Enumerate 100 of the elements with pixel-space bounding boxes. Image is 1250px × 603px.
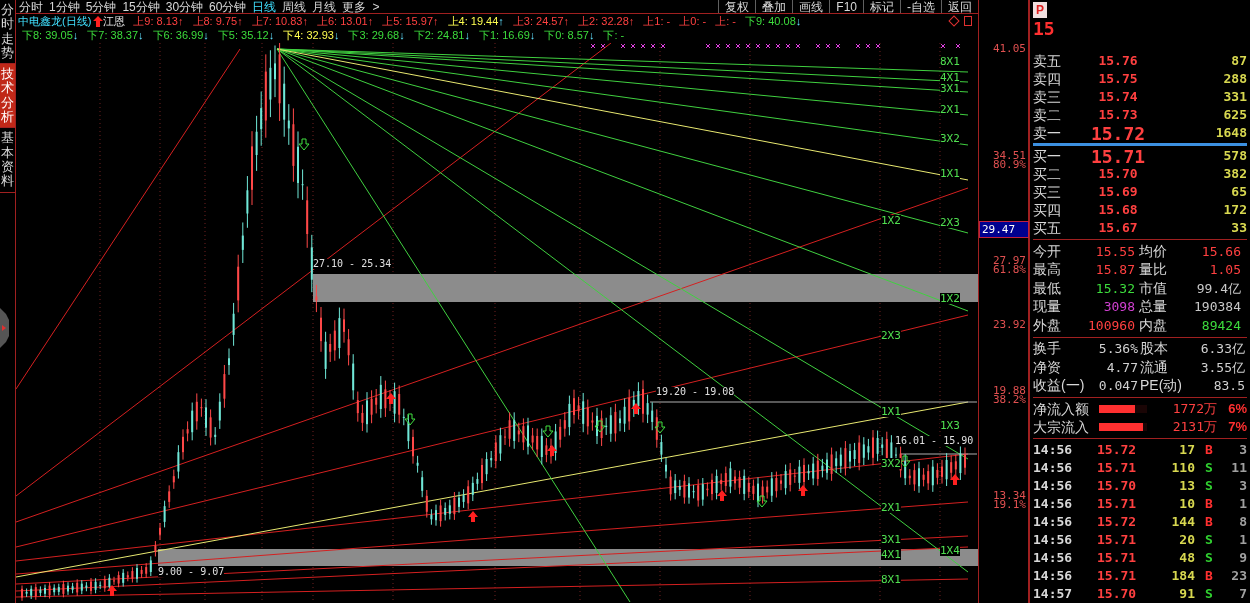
toolbar-button[interactable]: 画线 <box>792 0 830 13</box>
tick-count: 8 <box>1238 513 1247 532</box>
period-tab[interactable]: 60分钟 <box>206 0 250 13</box>
stat-label: 内盘 <box>1139 315 1168 335</box>
up-arrow-icon <box>798 485 808 496</box>
tick-side: B <box>1204 567 1214 586</box>
stat-value: 15.87 <box>1094 261 1136 279</box>
up-arrow-icon <box>107 585 117 596</box>
stat-label: 收益(一) <box>1033 376 1085 396</box>
tick-volume: 184 <box>1170 567 1195 586</box>
book-label: 买一 <box>1033 146 1062 166</box>
tick-count: 1 <box>1238 495 1247 514</box>
stat-label: 外盘 <box>1033 315 1062 335</box>
stat-label: 净资 <box>1033 357 1062 377</box>
up-arrow-icon <box>717 490 727 501</box>
period-tab[interactable]: 日线 <box>249 0 280 13</box>
fan-label: 2X1 <box>881 502 901 513</box>
fan-label: 1X1 <box>881 406 901 417</box>
toolbar-button[interactable]: F10 <box>829 0 863 13</box>
flow-percent: 6% <box>1227 400 1247 419</box>
down-arrow-icon <box>756 495 768 508</box>
stat-value: 5.36% <box>1097 340 1139 358</box>
toolbar-button[interactable]: -自选 <box>900 0 941 13</box>
book-price: 15.75 <box>1097 70 1139 89</box>
stat-value: 100960 <box>1087 316 1136 335</box>
stat-label: 换手 <box>1033 339 1062 359</box>
up-arrow-icon <box>93 15 104 27</box>
stat-label: PE(动) <box>1140 376 1183 396</box>
tick-side: B <box>1204 513 1214 532</box>
book-label: 卖二 <box>1033 105 1062 125</box>
book-volume: 288 <box>1222 70 1247 89</box>
tick-side: B <box>1204 495 1214 514</box>
tick-price: 15.71 <box>1097 459 1138 478</box>
tick-price: 15.71 <box>1097 567 1138 586</box>
tick-count: 11 <box>1230 459 1247 478</box>
level-value: 上9: 8.13↑ <box>133 13 184 29</box>
fan-label: 2X3 <box>940 217 960 228</box>
tick-time: 14:56 <box>1033 513 1074 532</box>
tick-volume: 110 <box>1170 459 1195 478</box>
period-tab[interactable]: 更多 <box>339 0 370 13</box>
book-price: 15.67 <box>1097 219 1139 238</box>
tick-price: 15.71 <box>1097 531 1138 550</box>
level-value: 上1: - <box>643 13 671 29</box>
fan-label: 1X2 <box>940 293 960 304</box>
stat-value: 3098 <box>1102 298 1136 316</box>
up-arrow-icon <box>468 511 478 522</box>
cursor-price-label: 29.47 <box>979 221 1029 238</box>
level-value: 上7: 10.83↑ <box>251 13 308 29</box>
axis-label: 19.1% <box>992 499 1026 510</box>
toolbar-button[interactable]: 复权 <box>718 0 756 13</box>
axis-label: 38.2% <box>992 394 1026 405</box>
fan-label: 3X1 <box>940 83 960 94</box>
axis-label: 80.9% <box>992 159 1026 170</box>
tick-count: 23 <box>1230 567 1247 586</box>
level-value: 上6: 13.01↑ <box>316 13 374 29</box>
fan-label: 3X2 <box>940 133 960 144</box>
period-tab[interactable]: 月线 <box>309 0 340 13</box>
level-value: 下3: 29.68↓ <box>348 28 405 44</box>
stat-label: 总量 <box>1139 297 1168 317</box>
period-tab[interactable]: 5分钟 <box>82 0 120 13</box>
tick-volume: 144 <box>1170 513 1195 532</box>
level-value: 下2: 24.81↓ <box>413 28 470 44</box>
tick-volume: 10 <box>1178 495 1195 514</box>
period-tab[interactable]: 30分钟 <box>162 0 207 13</box>
period-tab[interactable]: 15分钟 <box>119 0 163 13</box>
tick-count: 9 <box>1238 549 1247 568</box>
axis-label: 23.92 <box>992 319 1026 330</box>
period-tab[interactable]: 周线 <box>279 0 310 13</box>
tick-side: S <box>1204 549 1214 568</box>
period-tab[interactable]: > <box>369 0 383 13</box>
toolbar-button[interactable]: 标记 <box>863 0 900 13</box>
stat-label: 股本 <box>1140 339 1169 359</box>
tick-price: 15.70 <box>1097 585 1138 603</box>
side-tab[interactable]: 技术分析 <box>0 64 15 129</box>
square-icon <box>964 16 972 26</box>
down-arrow-icon <box>298 138 310 151</box>
level-value: 上2: 32.28↑ <box>578 13 635 29</box>
level-value: 上: - <box>715 13 736 29</box>
down-arrow-icon <box>654 421 666 434</box>
stat-label: 量比 <box>1139 260 1168 280</box>
book-volume: 87 <box>1230 52 1247 71</box>
tick-time: 14:56 <box>1033 567 1074 586</box>
level-value: 下: - <box>603 28 625 44</box>
fan-label: 1X1 <box>940 168 960 179</box>
stat-value: 0.047 <box>1097 377 1139 395</box>
down-arrow-icon <box>594 420 606 433</box>
tick-volume: 91 <box>1178 585 1195 603</box>
period-tab[interactable]: 分时 <box>16 0 46 13</box>
flow-percent: 7% <box>1227 418 1247 437</box>
toolbar-button[interactable]: 叠加 <box>755 0 793 13</box>
level-value: 下6: 36.99↓ <box>152 28 209 44</box>
book-volume: 65 <box>1230 183 1247 202</box>
toolbar-button[interactable]: 返回 <box>941 0 978 13</box>
stat-label: 今开 <box>1033 241 1062 261</box>
collapse-handle-icon[interactable] <box>0 307 9 348</box>
book-label: 卖四 <box>1033 69 1062 89</box>
fan-label: 3X1 <box>881 534 901 545</box>
side-tab[interactable]: 基本资料 <box>0 128 15 193</box>
period-tab[interactable]: 1分钟 <box>46 0 83 13</box>
tick-time: 14:56 <box>1033 531 1074 550</box>
